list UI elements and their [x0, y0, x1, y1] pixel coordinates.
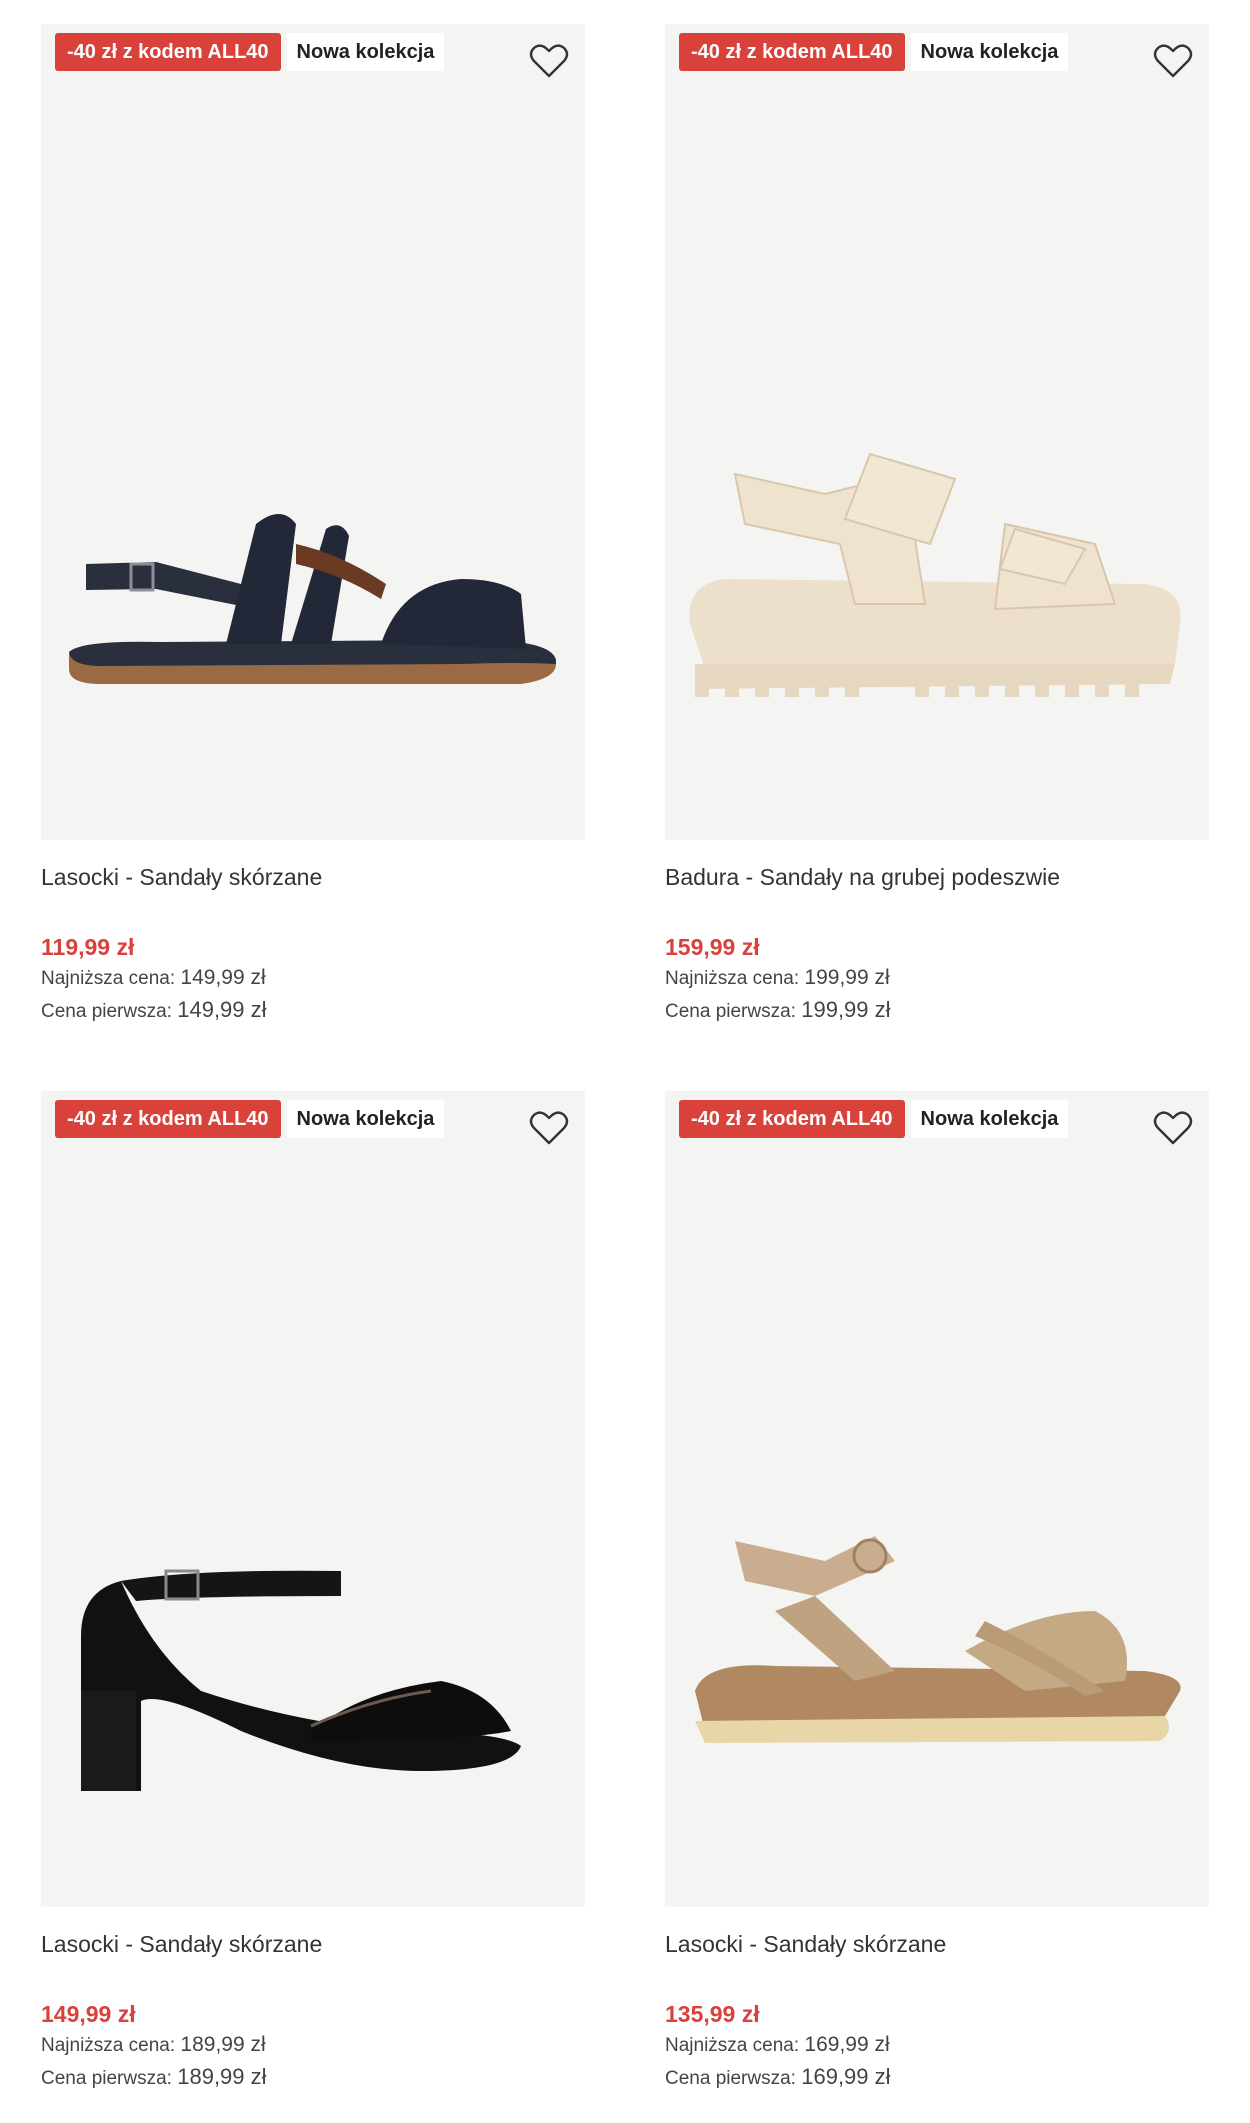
product-price: 149,99 zł [41, 2001, 136, 2027]
discount-code-badge: -40 zł z kodem ALL40 [55, 33, 281, 71]
product-card[interactable]: -40 zł z kodem ALL40 Nowa kolekcja Lasoc… [41, 1091, 585, 2098]
new-collection-badge: Nowa kolekcja [910, 1100, 1069, 1138]
first-price-value: 189,99 zł [177, 2064, 267, 2089]
lowest-price-label: Najniższa cena: [41, 2035, 176, 2056]
product-price: 135,99 zł [665, 2001, 760, 2027]
heart-icon[interactable] [529, 1109, 569, 1147]
product-card[interactable]: -40 zł z kodem ALL40 Nowa kolekcja Lasoc… [665, 1091, 1209, 2098]
new-collection-badge: Nowa kolekcja [286, 33, 445, 71]
first-price-value: 169,99 zł [801, 2064, 891, 2089]
product-title[interactable]: Lasocki - Sandały skórzane [665, 1929, 1209, 1959]
first-price-row: Cena pierwsza: 169,99 zł [665, 2061, 1209, 2094]
heart-icon[interactable] [1153, 42, 1193, 80]
product-card[interactable]: -40 zł z kodem ALL40 Nowa kolekcja Lasoc… [41, 24, 585, 1031]
new-collection-badge: Nowa kolekcja [286, 1100, 445, 1138]
product-price: 119,99 zł [41, 934, 135, 960]
product-price: 159,99 zł [665, 934, 760, 960]
discount-code-badge: -40 zł z kodem ALL40 [679, 1100, 905, 1138]
lowest-price-row: Najniższa cena: 189,99 zł [41, 2029, 585, 2061]
first-price-label: Cena pierwsza: [41, 1001, 172, 1022]
product-image[interactable]: -40 zł z kodem ALL40 Nowa kolekcja [41, 1091, 585, 1907]
product-image[interactable]: -40 zł z kodem ALL40 Nowa kolekcja [41, 24, 585, 840]
black-heeled-sandal-image [81, 1569, 521, 1791]
product-image[interactable]: -40 zł z kodem ALL40 Nowa kolekcja [665, 1091, 1209, 1907]
first-price-label: Cena pierwsza: [665, 1001, 796, 1022]
navy-leather-sandal-image [69, 514, 556, 684]
lowest-price-value: 149,99 zł [180, 966, 266, 989]
lowest-price-value: 189,99 zł [180, 2033, 266, 2056]
lowest-price-value: 169,99 zł [804, 2033, 890, 2056]
lowest-price-label: Najniższa cena: [665, 2035, 800, 2056]
beige-wedge-sandal-image [695, 1536, 1181, 1743]
lowest-price-row: Najniższa cena: 169,99 zł [665, 2029, 1209, 2061]
discount-code-badge: -40 zł z kodem ALL40 [679, 33, 905, 71]
first-price-row: Cena pierwsza: 189,99 zł [41, 2061, 585, 2094]
lowest-price-row: Najniższa cena: 149,99 zł [41, 962, 585, 994]
product-title[interactable]: Badura - Sandały na grubej podeszwie [665, 862, 1209, 892]
new-collection-badge: Nowa kolekcja [910, 33, 1069, 71]
lowest-price-label: Najniższa cena: [41, 968, 176, 989]
product-title[interactable]: Lasocki - Sandały skórzane [41, 862, 585, 892]
first-price-row: Cena pierwsza: 149,99 zł [41, 994, 585, 1027]
first-price-row: Cena pierwsza: 199,99 zł [665, 994, 1209, 1027]
first-price-label: Cena pierwsza: [665, 2068, 796, 2089]
cream-platform-sandal-image [689, 452, 1181, 697]
product-grid: -40 zł z kodem ALL40 Nowa kolekcja Lasoc… [41, 24, 1209, 2098]
lowest-price-label: Najniższa cena: [665, 968, 800, 989]
discount-code-badge: -40 zł z kodem ALL40 [55, 1100, 281, 1138]
product-title[interactable]: Lasocki - Sandały skórzane [41, 1929, 585, 1959]
heart-icon[interactable] [1153, 1109, 1193, 1147]
product-card[interactable]: -40 zł z kodem ALL40 Nowa kolekcja Badur… [665, 24, 1209, 1031]
first-price-label: Cena pierwsza: [41, 2068, 172, 2089]
product-image[interactable]: -40 zł z kodem ALL40 Nowa kolekcja [665, 24, 1209, 840]
lowest-price-row: Najniższa cena: 199,99 zł [665, 962, 1209, 994]
lowest-price-value: 199,99 zł [804, 966, 890, 989]
heart-icon[interactable] [529, 42, 569, 80]
first-price-value: 199,99 zł [801, 997, 891, 1022]
first-price-value: 149,99 zł [177, 997, 267, 1022]
